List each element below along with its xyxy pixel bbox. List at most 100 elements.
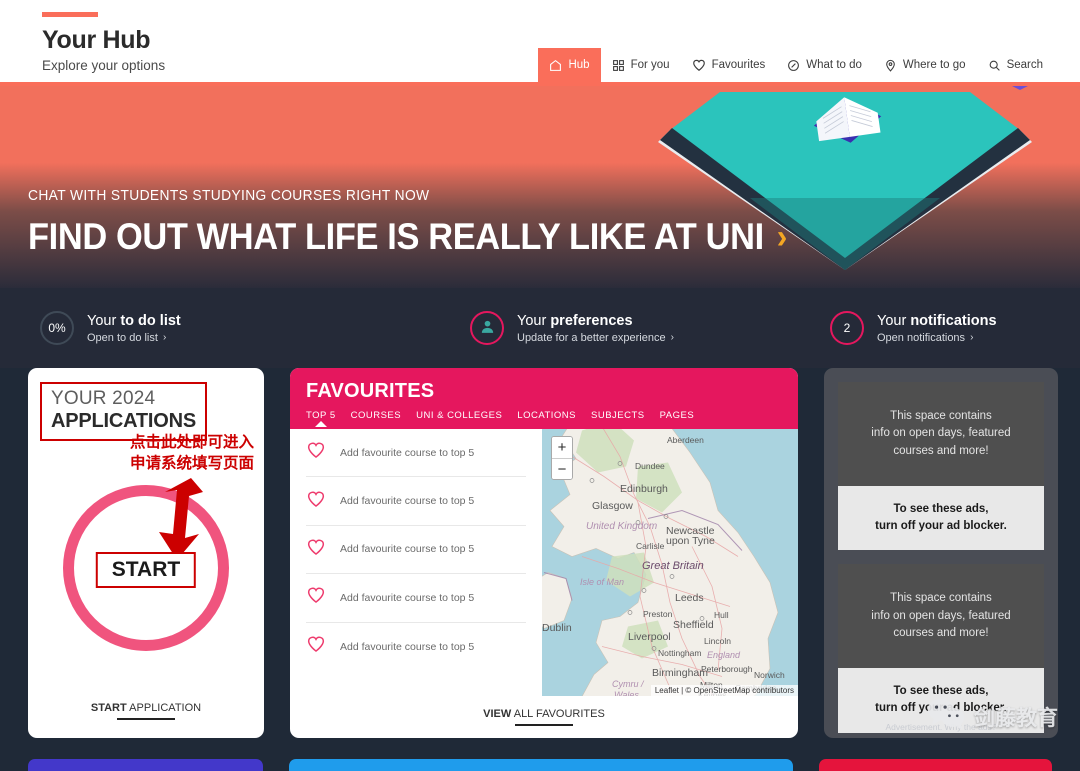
list-item-label: Add favourite course to top 5 xyxy=(340,591,475,604)
todo-title-prefix: Your xyxy=(87,312,121,329)
list-item[interactable]: Add favourite course to top 5 xyxy=(306,526,526,575)
user-avatar-icon xyxy=(479,318,496,338)
notifications-link[interactable]: Open notifications › xyxy=(877,332,997,344)
nav-label: For you xyxy=(630,59,670,71)
map-label: Great Britain xyxy=(642,560,704,572)
nav-item-hub[interactable]: Hub xyxy=(538,48,601,82)
compass-icon xyxy=(787,59,800,72)
preferences-title-prefix: Your xyxy=(517,312,551,329)
map-label: upon Tyne xyxy=(666,535,715,547)
page-header: Your Hub Explore your options Hub For yo… xyxy=(0,0,1080,82)
todo-link-label: Open to do list xyxy=(87,331,158,344)
red-arrow-annotation xyxy=(159,478,203,560)
ad-slot-message: This space contains info on open days, f… xyxy=(871,410,1011,457)
nav-item-favourites[interactable]: Favourites xyxy=(681,48,777,82)
chevron-right-icon: › xyxy=(970,332,974,343)
nav-label: Favourites xyxy=(711,59,766,71)
applications-footer-text: START APPLICATION xyxy=(28,702,264,714)
list-item-label: Add favourite course to top 5 xyxy=(340,495,475,508)
map-label: Sheffield xyxy=(673,619,714,631)
favourites-list: Add favourite course to top 5 Add favour… xyxy=(290,429,542,696)
list-item[interactable]: Add favourite course to top 5 xyxy=(306,477,526,526)
todo-title: Your to do list xyxy=(87,313,181,329)
footer-underline xyxy=(515,723,573,727)
hero-text: CHAT WITH STUDENTS STUDYING COURSES RIGH… xyxy=(28,187,844,258)
map-zoom-out-button[interactable]: − xyxy=(552,458,572,479)
list-item[interactable]: Add favourite course to top 5 xyxy=(306,429,526,478)
search-icon xyxy=(988,59,1001,72)
tab-uni-and-colleges[interactable]: UNI & COLLEGES xyxy=(416,410,502,426)
brand-rule xyxy=(42,12,98,17)
dashboard-card-row: YOUR 2024 APPLICATIONS 点击此处即可进入 申请系统填写页面… xyxy=(0,368,1080,738)
heart-outline-icon[interactable] xyxy=(306,634,326,659)
preferences-title-strong: preferences xyxy=(550,312,633,329)
heart-outline-icon[interactable] xyxy=(306,489,326,514)
list-item-label: Add favourite course to top 5 xyxy=(340,543,475,556)
home-icon xyxy=(549,59,562,72)
map-label: Peterborough xyxy=(701,664,753,674)
map-label: Cymru / xyxy=(612,679,644,689)
tab-subjects[interactable]: SUBJECTS xyxy=(591,410,645,426)
tab-courses[interactable]: COURSES xyxy=(351,410,401,426)
footer-underline xyxy=(117,717,175,720)
map-label: Isle of Man xyxy=(580,577,625,587)
map-zoom-in-button[interactable]: + xyxy=(552,437,572,458)
tab-top-5[interactable]: TOP 5 xyxy=(306,410,336,426)
list-item[interactable]: Add favourite course to top 5 xyxy=(306,623,526,671)
map-attribution[interactable]: Leaflet | © OpenStreetMap contributors xyxy=(650,685,798,696)
preferences-link[interactable]: Update for a better experience › xyxy=(517,332,674,344)
map-label: Preston xyxy=(643,609,673,619)
map-zoom-controls: + − xyxy=(551,436,573,480)
applications-card-footer[interactable]: START APPLICATION xyxy=(28,702,264,720)
favourites-card: FAVOURITES TOP 5 COURSES UNI & COLLEGES … xyxy=(290,368,798,738)
heart-outline-icon[interactable] xyxy=(306,537,326,562)
notifications-count-ring: 2 xyxy=(830,311,864,345)
nav-item-for-you[interactable]: For you xyxy=(601,48,681,82)
map-label: Dublin xyxy=(542,622,572,634)
nav-item-what-to-do[interactable]: What to do xyxy=(776,48,873,82)
map-label: England xyxy=(707,650,741,660)
next-row-peek xyxy=(0,759,1080,771)
favourites-card-footer[interactable]: VIEW ALL FAVOURITES xyxy=(290,696,798,738)
nav-label: Hub xyxy=(568,59,590,71)
page-title: Your Hub xyxy=(42,26,151,54)
ad-blocker-notice: To see these ads, turn off your ad block… xyxy=(838,485,1044,551)
chinese-annotation: 点击此处即可进入 申请系统填写页面 xyxy=(130,432,254,474)
applications-footer-rest: APPLICATION xyxy=(126,701,202,714)
tab-pages[interactable]: PAGES xyxy=(660,410,695,426)
status-strip: 0% Your to do list Open to do list › You… xyxy=(0,288,1080,368)
peek-card-3[interactable] xyxy=(819,759,1052,771)
heart-outline-icon[interactable] xyxy=(306,585,326,610)
hero-banner[interactable]: CHAT WITH STUDENTS STUDYING COURSES RIGH… xyxy=(0,86,1080,288)
advertisement-label[interactable]: Advertisement. Why the ads? xyxy=(824,722,1058,732)
notifications-link-label: Open notifications xyxy=(877,331,966,344)
favourites-map[interactable]: + − Aberdeen Dundee Edinburgh Glasgow Un… xyxy=(542,429,798,696)
list-item[interactable]: Add favourite course to top 5 xyxy=(306,574,526,623)
map-label: Liverpool xyxy=(628,631,671,643)
map-label: Norwich xyxy=(754,670,785,680)
applications-card[interactable]: YOUR 2024 APPLICATIONS 点击此处即可进入 申请系统填写页面… xyxy=(28,368,264,738)
notifications-title-prefix: Your xyxy=(877,312,911,329)
map-label: Hull xyxy=(714,610,729,620)
peek-card-1[interactable] xyxy=(28,759,263,771)
nav-item-search[interactable]: Search xyxy=(977,48,1054,82)
status-preferences[interactable]: Your preferences Update for a better exp… xyxy=(470,311,830,345)
tab-locations[interactable]: LOCATIONS xyxy=(517,410,576,426)
chinese-annotation-line2: 申请系统填写页面 xyxy=(129,453,254,472)
map-label: Aberdeen xyxy=(667,435,704,445)
ad-slot[interactable]: This space contains info on open days, f… xyxy=(838,382,1044,551)
preferences-link-label: Update for a better experience xyxy=(517,331,666,344)
hero-headline-row: FIND OUT WHAT LIFE IS REALLY LIKE AT UNI… xyxy=(28,216,787,258)
favourites-header: FAVOURITES TOP 5 COURSES UNI & COLLEGES … xyxy=(290,368,798,429)
start-button[interactable]: START xyxy=(95,552,197,588)
heart-outline-icon[interactable] xyxy=(306,440,326,465)
todo-link[interactable]: Open to do list › xyxy=(87,332,181,344)
notifications-title: Your notifications xyxy=(877,313,997,329)
ad-slot[interactable]: This space contains info on open days, f… xyxy=(838,564,1044,733)
map-label: Nottingham xyxy=(658,648,702,658)
nav-item-where-to-go[interactable]: Where to go xyxy=(873,48,977,82)
status-todo-list[interactable]: 0% Your to do list Open to do list › xyxy=(40,311,470,345)
peek-card-2[interactable] xyxy=(288,759,794,771)
favourites-footer-rest: ALL FAVOURITES xyxy=(511,707,605,720)
status-notifications[interactable]: 2 Your notifications Open notifications … xyxy=(830,311,1040,345)
